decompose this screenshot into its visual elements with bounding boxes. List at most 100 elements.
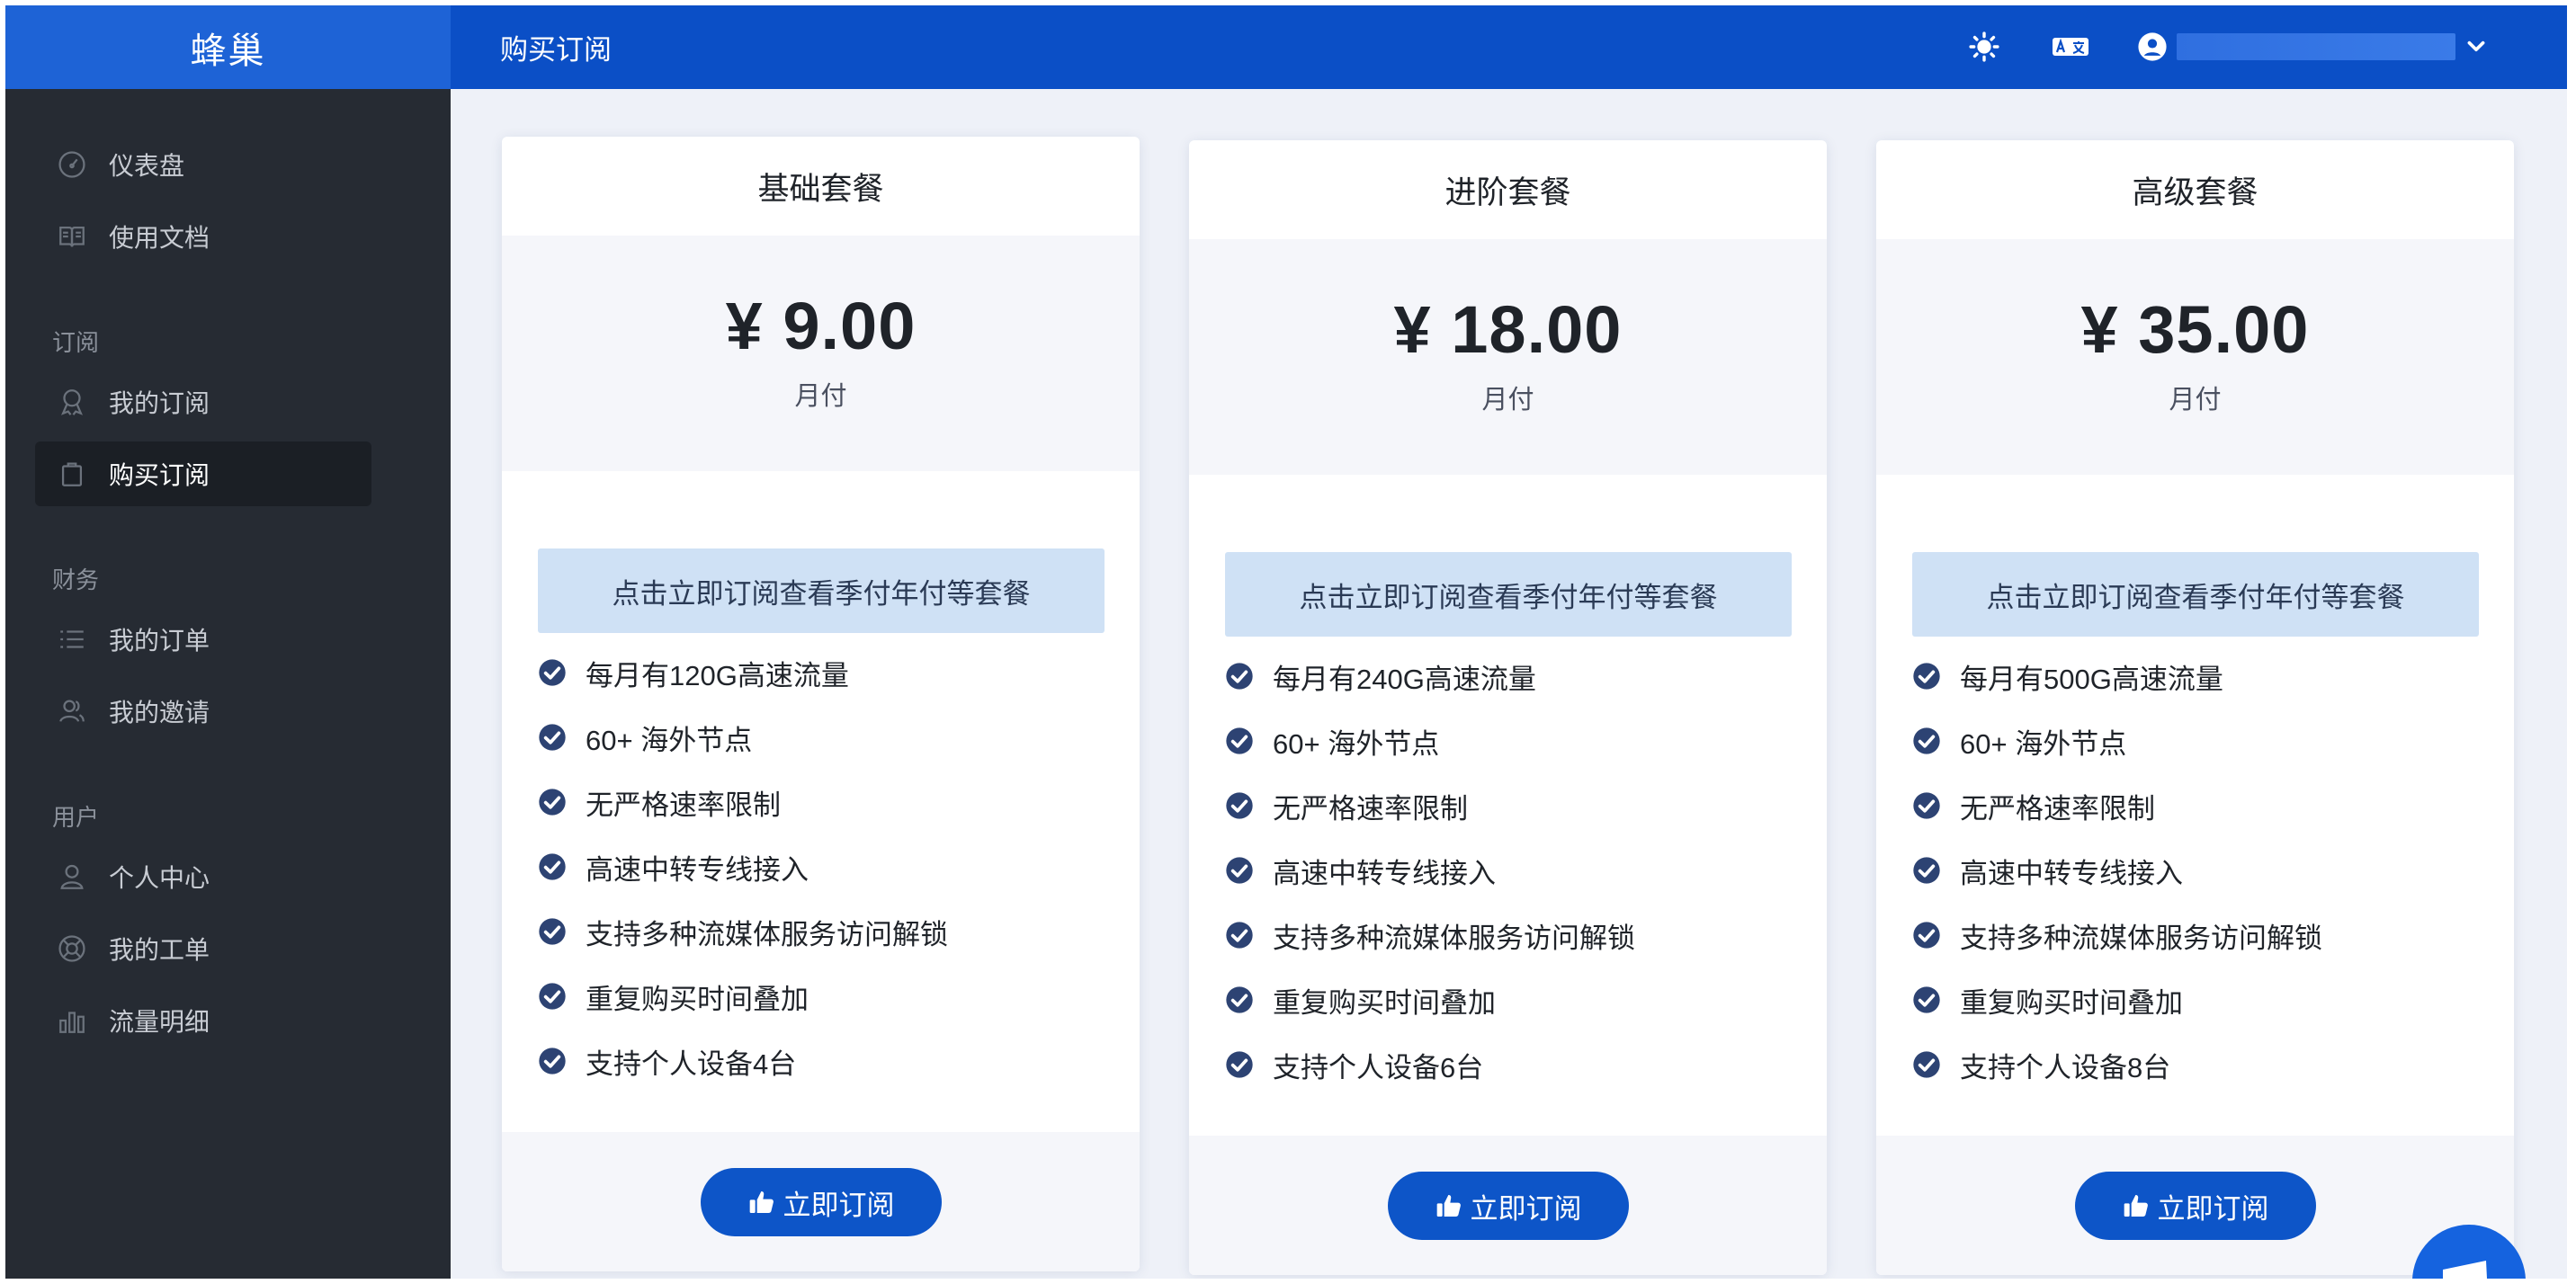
theme-toggle-button[interactable] xyxy=(1963,26,2005,67)
feature-list: 每月有120G高速流量 60+ 海外节点 无严格速率限制 高速中转专线接入 支持… xyxy=(538,640,1105,1093)
plan-card-basic: 基础套餐 ¥ 9.00 月付 点击立即订阅查看季付年付等套餐 每月有120G高速… xyxy=(502,137,1140,1271)
feature-item: 重复购买时间叠加 xyxy=(538,964,1105,1029)
sidebar-item-label: 我的工单 xyxy=(109,936,210,964)
plan-card-advanced: 进阶套餐 ¥ 18.00 月付 点击立即订阅查看季付年付等套餐 每月有240G高… xyxy=(1189,140,1827,1275)
sidebar-item-label: 我的订阅 xyxy=(109,389,210,417)
bag-icon xyxy=(57,459,87,489)
feature-item: 重复购买时间叠加 xyxy=(1912,967,2479,1032)
sidebar-item-my-subscription[interactable]: 我的订阅 xyxy=(35,370,371,434)
check-circle-icon xyxy=(1226,1051,1253,1078)
check-circle-icon xyxy=(539,853,566,880)
sidebar-item-label: 我的邀请 xyxy=(109,699,210,727)
plan-price-area: ¥ 35.00 月付 xyxy=(1876,239,2514,475)
sidebar-item-my-orders[interactable]: 我的订单 xyxy=(35,607,371,672)
feature-list: 每月有500G高速流量 60+ 海外节点 无严格速率限制 高速中转专线接入 支持… xyxy=(1912,644,2479,1097)
plan-price-area: ¥ 9.00 月付 xyxy=(502,236,1140,471)
plan-name: 基础套餐 xyxy=(757,171,884,207)
feature-item: 无严格速率限制 xyxy=(1912,773,2479,838)
plan-billing-note[interactable]: 点击立即订阅查看季付年付等套餐 xyxy=(1912,552,2479,637)
chat-support-button[interactable] xyxy=(2412,1225,2526,1279)
app-window: 蜂巢 购买订阅 仪表盘 使用文档 订阅 我的订阅 购买订阅 财务 我的订单 我的… xyxy=(5,5,2567,1279)
language-button[interactable] xyxy=(2050,26,2091,67)
user-circle-icon xyxy=(2138,32,2167,61)
feature-item: 每月有120G高速流量 xyxy=(538,640,1105,705)
plan-body: 点击立即订阅查看季付年付等套餐 每月有120G高速流量 60+ 海外节点 无严格… xyxy=(502,471,1140,1131)
sidebar-item-traffic[interactable]: 流量明细 xyxy=(35,988,371,1053)
brand-logo[interactable]: 蜂巢 xyxy=(5,5,451,89)
subscribe-button[interactable]: 立即订阅 xyxy=(700,1168,942,1236)
feature-item: 支持个人设备8台 xyxy=(1912,1032,2479,1097)
plan-footer: 立即订阅 xyxy=(1189,1136,1827,1275)
page-title: 购买订阅 xyxy=(500,34,612,66)
check-circle-icon xyxy=(1913,663,1940,690)
feature-item: 高速中转专线接入 xyxy=(1225,838,1792,903)
section-label-subscription: 订阅 xyxy=(52,329,100,356)
top-bar: 购买订阅 xyxy=(451,5,2567,89)
feature-item: 重复购买时间叠加 xyxy=(1225,967,1792,1032)
sidebar-item-tickets[interactable]: 我的工单 xyxy=(35,916,371,981)
feature-item: 支持多种流媒体服务访问解锁 xyxy=(1225,903,1792,967)
check-circle-icon xyxy=(1913,857,1940,884)
check-circle-icon xyxy=(1913,922,1940,949)
feature-list: 每月有240G高速流量 60+ 海外节点 无严格速率限制 高速中转专线接入 支持… xyxy=(1225,644,1792,1097)
plan-body: 点击立即订阅查看季付年付等套餐 每月有500G高速流量 60+ 海外节点 无严格… xyxy=(1876,475,2514,1135)
user-icon xyxy=(57,861,87,892)
check-circle-icon xyxy=(539,724,566,751)
user-name-redacted xyxy=(2177,33,2455,60)
feature-item: 无严格速率限制 xyxy=(1225,773,1792,838)
plan-price: ¥ 9.00 xyxy=(725,289,917,363)
sidebar-item-label: 仪表盘 xyxy=(109,152,185,180)
award-icon xyxy=(57,387,87,417)
sidebar-item-docs[interactable]: 使用文档 xyxy=(35,204,371,269)
feature-item: 支持个人设备6台 xyxy=(1225,1032,1792,1097)
user-menu[interactable] xyxy=(2137,25,2488,68)
check-circle-icon xyxy=(1226,727,1253,754)
sidebar-item-label: 流量明细 xyxy=(109,1008,210,1036)
bar-chart-icon xyxy=(57,1005,87,1036)
sidebar-item-label: 个人中心 xyxy=(109,864,210,892)
check-circle-icon xyxy=(1913,792,1940,819)
thumbs-up-icon xyxy=(749,1191,774,1213)
sidebar-item-my-invites[interactable]: 我的邀请 xyxy=(35,679,371,744)
translate-icon xyxy=(2053,38,2089,56)
sidebar-item-buy-subscription[interactable]: 购买订阅 xyxy=(35,441,371,506)
plan-name: 进阶套餐 xyxy=(1445,174,1571,210)
book-icon xyxy=(57,221,87,252)
plan-price: ¥ 18.00 xyxy=(1393,292,1623,367)
chevron-down-icon xyxy=(2467,40,2485,52)
feature-item: 高速中转专线接入 xyxy=(1912,838,2479,903)
check-circle-icon xyxy=(539,983,566,1010)
sidebar-item-profile[interactable]: 个人中心 xyxy=(35,844,371,909)
check-circle-icon xyxy=(1226,922,1253,949)
check-circle-icon xyxy=(1226,857,1253,884)
list-icon xyxy=(57,624,87,655)
sidebar-item-label: 我的订单 xyxy=(109,627,210,655)
feature-item: 无严格速率限制 xyxy=(538,770,1105,834)
check-circle-icon xyxy=(1226,986,1253,1013)
feature-item: 支持个人设备4台 xyxy=(538,1029,1105,1093)
plan-name: 高级套餐 xyxy=(2132,174,2258,210)
sidebar-item-dashboard[interactable]: 仪表盘 xyxy=(35,132,371,197)
feature-item: 60+ 海外节点 xyxy=(538,705,1105,770)
check-circle-icon xyxy=(539,659,566,686)
plan-period: 月付 xyxy=(1481,386,1534,415)
feature-item: 60+ 海外节点 xyxy=(1225,709,1792,773)
plan-period: 月付 xyxy=(794,382,847,411)
plan-price: ¥ 35.00 xyxy=(2080,292,2310,367)
plan-billing-note[interactable]: 点击立即订阅查看季付年付等套餐 xyxy=(538,548,1105,633)
plan-card-premium: 高级套餐 ¥ 35.00 月付 点击立即订阅查看季付年付等套餐 每月有500G高… xyxy=(1876,140,2514,1275)
sidebar: 仪表盘 使用文档 订阅 我的订阅 购买订阅 财务 我的订单 我的邀请 用户 个人… xyxy=(5,89,451,1279)
plan-body: 点击立即订阅查看季付年付等套餐 每月有240G高速流量 60+ 海外节点 无严格… xyxy=(1189,475,1827,1135)
check-circle-icon xyxy=(1913,1051,1940,1078)
plan-price-area: ¥ 18.00 月付 xyxy=(1189,239,1827,475)
subscribe-button[interactable]: 立即订阅 xyxy=(1387,1172,1629,1240)
feature-item: 60+ 海外节点 xyxy=(1912,709,2479,773)
lifebuoy-icon xyxy=(57,933,87,964)
plan-billing-note[interactable]: 点击立即订阅查看季付年付等套餐 xyxy=(1225,552,1792,637)
subscribe-button[interactable]: 立即订阅 xyxy=(2074,1172,2316,1240)
thumbs-up-icon xyxy=(2124,1195,2148,1217)
gauge-icon xyxy=(57,149,87,180)
feature-item: 每月有240G高速流量 xyxy=(1225,644,1792,709)
chat-icon xyxy=(2443,1261,2487,1279)
check-circle-icon xyxy=(1226,792,1253,819)
